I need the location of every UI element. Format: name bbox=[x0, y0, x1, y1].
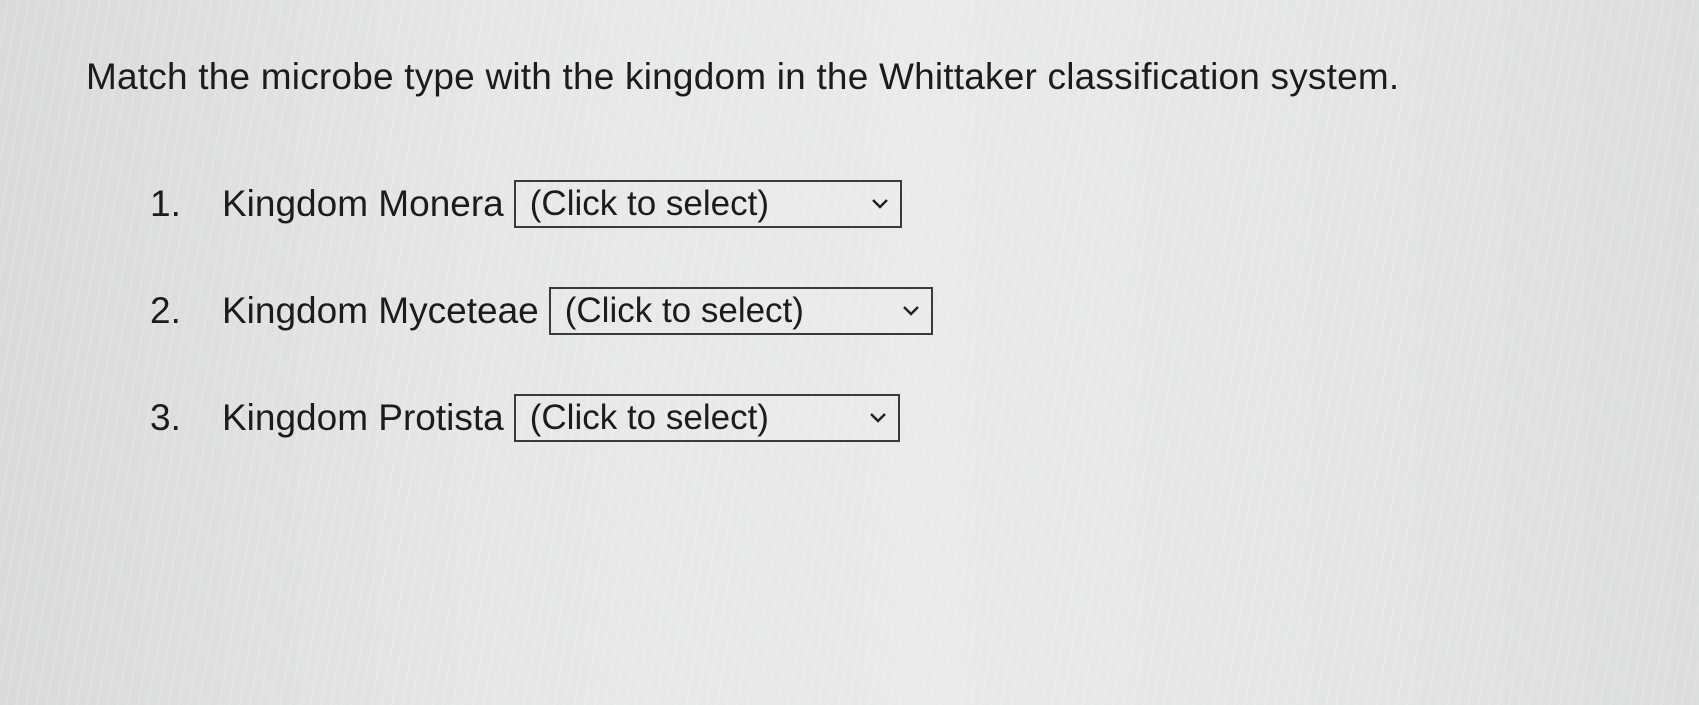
item-label: Kingdom Monera bbox=[222, 183, 504, 224]
item-number: 1. bbox=[150, 183, 181, 224]
select-value: (Click to select) bbox=[564, 291, 804, 330]
item-number: 2. bbox=[150, 290, 181, 331]
item-label: Kingdom Protista bbox=[222, 397, 504, 438]
monera-select[interactable]: (Click to select) bbox=[513, 180, 902, 228]
match-item-monera: 1. Kingdom Monera (Click to select) bbox=[150, 180, 902, 228]
match-item-myceteae: 2. Kingdom Myceteae (Click to select) bbox=[150, 287, 933, 335]
question-text: Match the microbe type with the kingdom … bbox=[86, 56, 1400, 97]
protista-select[interactable]: (Click to select) bbox=[513, 394, 900, 442]
chevron-down-icon bbox=[891, 288, 931, 334]
select-value: (Click to select) bbox=[529, 398, 769, 437]
select-value: (Click to select) bbox=[529, 184, 769, 223]
match-item-protista: 3. Kingdom Protista (Click to select) bbox=[150, 394, 900, 442]
item-label: Kingdom Myceteae bbox=[222, 290, 539, 331]
chevron-down-icon bbox=[858, 395, 898, 441]
chevron-down-icon bbox=[860, 181, 900, 227]
item-number: 3. bbox=[150, 397, 181, 438]
myceteae-select[interactable]: (Click to select) bbox=[548, 287, 933, 335]
